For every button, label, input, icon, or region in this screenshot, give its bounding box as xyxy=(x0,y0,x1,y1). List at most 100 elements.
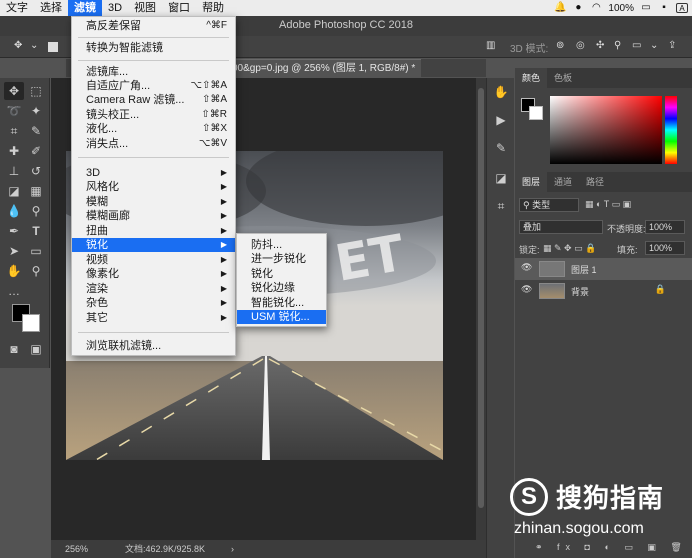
menu-item-vanishing-point[interactable]: 消失点... ⌥⌘V xyxy=(72,137,235,151)
menu-type[interactable]: 文字 xyxy=(0,0,34,16)
hue-slider[interactable] xyxy=(665,96,677,164)
canvas-scrollbar[interactable] xyxy=(476,78,486,540)
menu-item-render[interactable]: 渲染 ▶ xyxy=(72,282,235,296)
fill-input[interactable]: 100% xyxy=(645,241,685,255)
flag-icon[interactable]: ▪ xyxy=(658,3,670,13)
menu-item-convert-smart-filter[interactable]: 转换为智能滤镜 xyxy=(72,41,235,55)
chevron-right-icon[interactable]: › xyxy=(231,540,234,558)
eyedropper-tool-icon[interactable]: ✎ xyxy=(26,122,46,140)
background-color-swatch[interactable] xyxy=(529,106,543,120)
menu-3d[interactable]: 3D xyxy=(102,0,128,16)
move-tool-icon[interactable]: ✥ xyxy=(14,40,22,54)
brush-settings-icon[interactable]: ✎ xyxy=(491,138,511,158)
gradient-tool-icon[interactable]: ▦ xyxy=(26,182,46,200)
pan-icon[interactable]: ✣ xyxy=(596,40,604,54)
menu-window[interactable]: 窗口 xyxy=(162,0,196,16)
menu-item-blur-gallery[interactable]: 模糊画廊 ▶ xyxy=(72,209,235,223)
eye-icon[interactable]: 👁 xyxy=(521,262,532,273)
crop-tool-icon[interactable]: ⌗ xyxy=(4,122,24,140)
eraser-tool-icon[interactable]: ◪ xyxy=(4,182,24,200)
more-tools-icon[interactable]: … xyxy=(4,282,24,300)
menu-item-filter-gallery[interactable]: 滤镜库... xyxy=(72,65,235,79)
menu-filter[interactable]: 滤镜 xyxy=(68,0,102,16)
pen-tool-icon[interactable]: ✒ xyxy=(4,222,24,240)
puppet-icon[interactable]: ✋ xyxy=(491,82,511,102)
submenu-item-sharpen-more[interactable]: 进一步锐化 xyxy=(237,252,326,266)
layer-row[interactable]: 👁 图层 1 xyxy=(515,258,692,280)
document-tab[interactable]: 00&gp=0.jpg @ 256% (图层 1, RGB/8#) * xyxy=(226,59,422,77)
lock-icons[interactable]: ▦ ✎ ✥ ▭ 🔒 xyxy=(543,243,596,254)
layer-kind-filter[interactable]: ⚲ 类型 xyxy=(519,198,579,212)
orbit-icon[interactable]: ⊚ xyxy=(556,40,564,54)
adjustments-icon[interactable]: ◪ xyxy=(491,168,511,188)
chevron-down-icon[interactable]: ⌄ xyxy=(30,40,38,54)
layer-row[interactable]: 👁 背景 🔒 xyxy=(515,280,692,302)
healing-brush-tool-icon[interactable]: ✚ xyxy=(4,142,24,160)
menu-item-noise[interactable]: 杂色 ▶ xyxy=(72,296,235,310)
dodge-tool-icon[interactable]: ⚲ xyxy=(26,202,46,220)
scrollbar-thumb[interactable] xyxy=(478,88,484,508)
submenu-item-sharpen-edges[interactable]: 锐化边缘 xyxy=(237,281,326,295)
menu-item-browse-filters-online[interactable]: 浏览联机滤镜... xyxy=(72,339,235,353)
type-tool-icon[interactable]: T xyxy=(26,222,46,240)
chevron-down-icon[interactable]: ⌄ xyxy=(650,40,658,54)
menu-item-stylize[interactable]: 风格化 ▶ xyxy=(72,180,235,194)
tab-paths[interactable]: 路径 xyxy=(579,172,611,192)
lasso-tool-icon[interactable]: ➰ xyxy=(4,102,24,120)
menu-select[interactable]: 选择 xyxy=(34,0,68,16)
color-field[interactable] xyxy=(550,96,662,164)
menu-item-lens-correction[interactable]: 镜头校正... ⇧⌘R xyxy=(72,108,235,122)
move-tool-icon[interactable]: ✥ xyxy=(4,82,24,100)
filter-icons[interactable]: ▦ ◐ T ▭ ▣ xyxy=(585,199,631,210)
submenu-item-sharpen[interactable]: 锐化 xyxy=(237,267,326,281)
zoom-tool-icon[interactable]: ⚲ xyxy=(26,262,46,280)
history-brush-tool-icon[interactable]: ↺ xyxy=(26,162,46,180)
crop-icon[interactable]: ⌗ xyxy=(491,196,511,216)
search-icon[interactable]: ⚲ xyxy=(614,40,621,54)
menu-item-sharpen[interactable]: 锐化 ▶ xyxy=(72,238,235,252)
opacity-input[interactable]: 100% xyxy=(645,220,685,234)
menu-help[interactable]: 帮助 xyxy=(196,0,230,16)
rectangle-tool-icon[interactable]: ▭ xyxy=(26,242,46,260)
tab-swatches[interactable]: 色板 xyxy=(547,68,579,88)
wechat-icon[interactable]: ● xyxy=(572,3,584,13)
share-icon[interactable]: ⇪ xyxy=(668,40,676,54)
menu-item-blur[interactable]: 模糊 ▶ xyxy=(72,195,235,209)
background-color-swatch[interactable] xyxy=(22,314,40,332)
document-size[interactable]: 文档:462.9K/925.8K xyxy=(125,540,205,558)
submenu-item-shake-reduction[interactable]: 防抖... xyxy=(237,238,326,252)
menu-item-distort[interactable]: 扭曲 ▶ xyxy=(72,224,235,238)
menu-item-video[interactable]: 视频 ▶ xyxy=(72,253,235,267)
quick-mask-icon[interactable]: ◙ xyxy=(4,340,24,358)
screen-mode-icon[interactable]: ▣ xyxy=(26,340,46,358)
menu-item-adaptive-wide-angle[interactable]: 自适应广角... ⌥⇧⌘A xyxy=(72,79,235,93)
tab-color[interactable]: 颜色 xyxy=(515,68,548,88)
menu-item-liquify[interactable]: 液化... ⇧⌘X xyxy=(72,122,235,136)
submenu-item-unsharp-mask[interactable]: USM 锐化... xyxy=(237,310,326,324)
magic-wand-tool-icon[interactable]: ✦ xyxy=(26,102,46,120)
blur-tool-icon[interactable]: 💧 xyxy=(4,202,24,220)
bell-icon[interactable]: 🔔 xyxy=(554,3,566,13)
battery-icon[interactable]: ▭ xyxy=(640,3,652,13)
tab-channels[interactable]: 通道 xyxy=(547,172,579,192)
hand-tool-icon[interactable]: ✋ xyxy=(4,262,24,280)
marquee-tool-icon[interactable]: ⬚ xyxy=(26,82,46,100)
brush-tool-icon[interactable]: ✐ xyxy=(26,142,46,160)
menu-item-camera-raw[interactable]: Camera Raw 滤镜... ⇧⌘A xyxy=(72,93,235,107)
input-method-icon[interactable]: A xyxy=(676,3,688,13)
menu-item-high-pass[interactable]: 高反差保留 ^⌘F xyxy=(72,19,235,33)
distribute-icon[interactable]: ▥ xyxy=(486,40,495,54)
path-selection-tool-icon[interactable]: ➤ xyxy=(4,242,24,260)
play-icon[interactable]: ▶ xyxy=(491,110,511,130)
menu-item-pixelate[interactable]: 像素化 ▶ xyxy=(72,267,235,281)
submenu-item-smart-sharpen[interactable]: 智能锐化... xyxy=(237,296,326,310)
zoom-level[interactable]: 256% xyxy=(65,540,88,558)
tab-layers[interactable]: 图层 xyxy=(515,172,548,192)
clone-stamp-tool-icon[interactable]: ⊥ xyxy=(4,162,24,180)
blend-mode-select[interactable]: 叠加 xyxy=(519,220,603,234)
layer-actions[interactable]: ⚭ fx ◘ ◐ ▭ ▣ 🗑 xyxy=(535,542,688,553)
roll-icon[interactable]: ◎ xyxy=(576,40,585,54)
wifi-icon[interactable]: ◠ xyxy=(590,3,602,13)
auto-select-checkbox[interactable] xyxy=(48,42,58,52)
eye-icon[interactable]: 👁 xyxy=(521,284,532,295)
